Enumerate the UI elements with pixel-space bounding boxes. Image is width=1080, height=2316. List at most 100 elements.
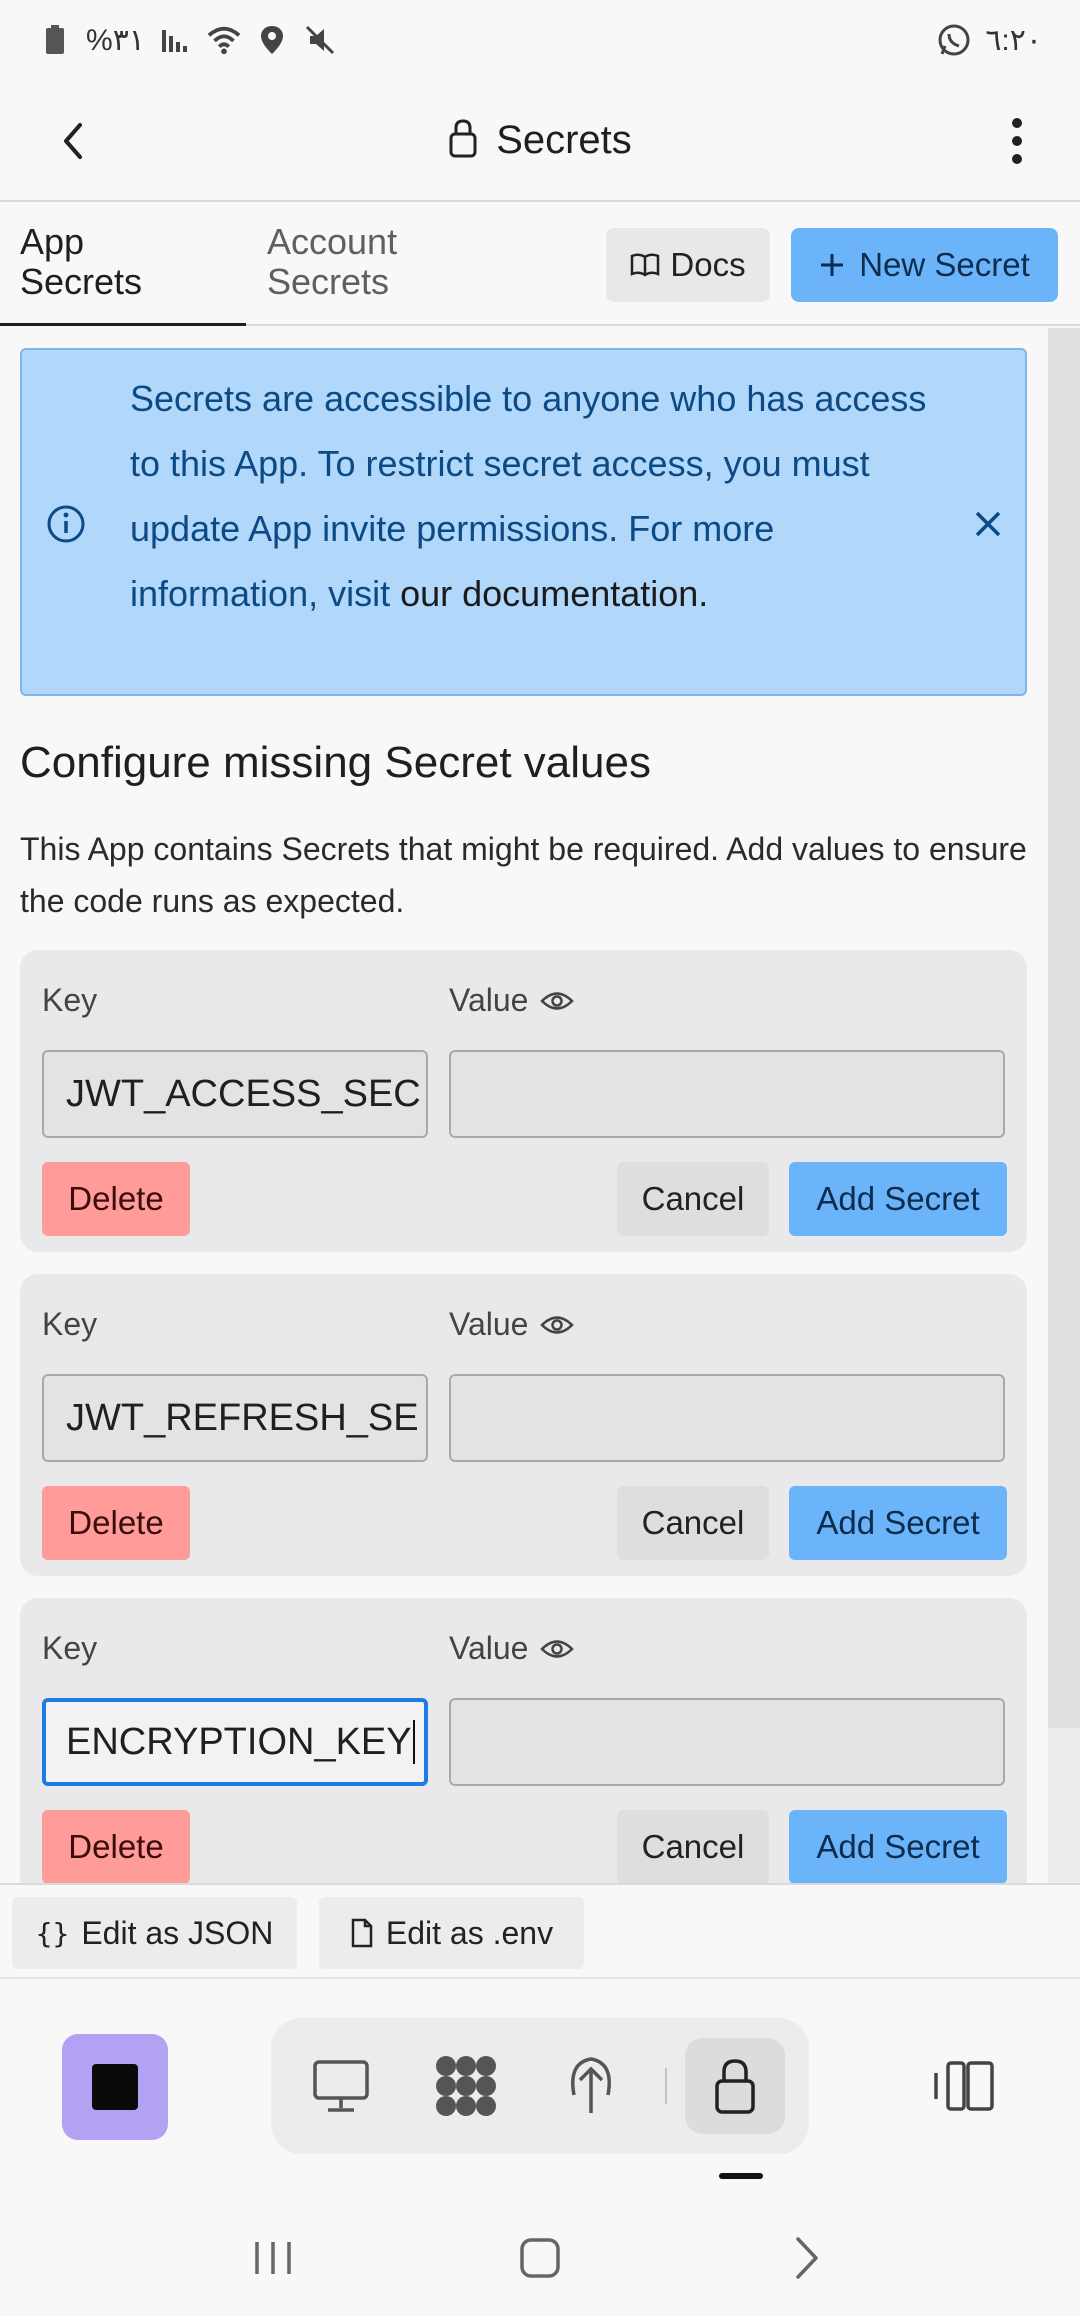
whatsapp-icon <box>937 23 971 57</box>
clock: ٦:٢٠ <box>985 23 1042 57</box>
add-secret-button[interactable]: Add Secret <box>789 1810 1007 1883</box>
section-title: Configure missing Secret values <box>20 738 651 787</box>
cancel-button[interactable]: Cancel <box>617 1162 769 1236</box>
key-label: Key <box>42 982 98 1018</box>
key-label: Key <box>42 1630 98 1666</box>
chevron-right-icon <box>795 2237 818 2279</box>
add-secret-button[interactable]: Add Secret <box>789 1486 1007 1560</box>
docs-button-label: Docs <box>670 246 746 283</box>
recents-icon <box>255 2242 292 2274</box>
panel-layout-icon <box>934 2061 994 2111</box>
edit-as-env-button[interactable]: Edit as .env <box>319 1897 584 1969</box>
info-icon <box>46 504 86 544</box>
battery-percent: %٣١ <box>86 23 145 57</box>
tab-account-secrets[interactable]: Account Secrets <box>267 222 397 302</box>
value-label-text: Value <box>449 1630 529 1666</box>
key-input-value: JWT_ACCESS_SEC <box>66 1072 421 1115</box>
key-input[interactable]: JWT_ACCESS_SEC <box>42 1050 428 1138</box>
tab-account-secrets-line2: Secrets <box>267 261 390 302</box>
active-tool-indicator <box>719 2173 763 2179</box>
info-banner: Secrets are accessible to anyone who has… <box>20 348 1027 696</box>
value-input[interactable] <box>449 1698 1005 1786</box>
delete-button[interactable]: Delete <box>42 1162 190 1236</box>
section-description: This App contains Secrets that might be … <box>20 831 1027 919</box>
back-button[interactable] <box>40 108 106 174</box>
system-nav-bar <box>0 2200 1080 2316</box>
key-input-value: ENCRYPTION_KEY <box>66 1720 412 1763</box>
status-bar: %٣١ ٦:٢٠ <box>0 0 1080 80</box>
monitor-icon <box>313 2060 369 2112</box>
cancel-button[interactable]: Cancel <box>617 1810 769 1883</box>
deploy-icon <box>571 2057 611 2113</box>
active-tab-underline <box>0 323 246 326</box>
tab-app-secrets-line2: Secrets <box>20 261 143 302</box>
edit-bar: {} Edit as JSON Edit as .env <box>0 1883 1080 1979</box>
layout-toggle-button[interactable] <box>924 2036 1004 2136</box>
home-button[interactable] <box>500 2218 580 2298</box>
eye-icon[interactable] <box>540 1637 575 1661</box>
signal-icon <box>159 23 193 57</box>
key-input-value: JWT_REFRESH_SE <box>66 1396 419 1439</box>
app-toolbar <box>0 1980 1080 2200</box>
delete-button[interactable]: Delete <box>42 1486 190 1560</box>
wifi-icon <box>207 23 241 57</box>
text-caret <box>412 1720 415 1764</box>
new-secret-button[interactable]: New Secret <box>791 228 1058 302</box>
eye-icon[interactable] <box>540 989 575 1013</box>
edit-json-label: Edit as JSON <box>81 1914 274 1951</box>
new-secret-label: New Secret <box>859 246 1030 283</box>
recent-apps-button[interactable] <box>233 2218 313 2298</box>
page-title: Secrets <box>496 117 632 162</box>
tabs-row: App Secrets Account Secrets Docs New Sec… <box>0 202 1080 326</box>
close-icon[interactable] <box>972 508 1004 540</box>
title-wrap: Secrets <box>448 118 632 163</box>
tool-secrets[interactable] <box>685 2038 785 2134</box>
value-label-text: Value <box>449 1306 529 1342</box>
key-input[interactable]: JWT_REFRESH_SE <box>42 1374 428 1462</box>
value-label: Value <box>449 1306 575 1343</box>
secret-card: Key Value JWT_ACCESS_SEC Delete Cancel A… <box>20 950 1027 1252</box>
lock-icon <box>715 2059 755 2114</box>
edit-as-json-button[interactable]: {} Edit as JSON <box>12 1897 297 1969</box>
add-secret-button[interactable]: Add Secret <box>789 1162 1007 1236</box>
key-input[interactable]: ENCRYPTION_KEY <box>42 1698 428 1786</box>
back-nav-button[interactable] <box>767 2218 847 2298</box>
key-label: Key <box>42 1306 98 1342</box>
secret-card: Key Value ENCRYPTION_KEY Delete Cancel A… <box>20 1598 1027 1883</box>
tool-separator <box>665 2068 667 2104</box>
tool-workflows[interactable] <box>416 2038 516 2134</box>
braces-icon: {} <box>35 1916 70 1950</box>
plus-icon <box>821 254 844 276</box>
stop-icon <box>92 2064 138 2110</box>
grid-dots-icon <box>436 2056 496 2116</box>
battery-saver-icon <box>38 23 72 57</box>
tool-webview[interactable] <box>291 2038 391 2134</box>
tab-account-secrets-line1: Account <box>267 221 398 262</box>
eye-icon[interactable] <box>540 1313 575 1337</box>
tab-app-secrets[interactable]: App Secrets <box>20 222 142 302</box>
value-label: Value <box>449 982 575 1019</box>
docs-button[interactable]: Docs <box>606 228 770 302</box>
documentation-link[interactable]: our documentation. <box>400 573 708 614</box>
app-header: Secrets <box>0 80 1080 202</box>
edit-env-label: Edit as .env <box>385 1914 554 1951</box>
value-input[interactable] <box>449 1050 1005 1138</box>
tool-switcher <box>271 2018 809 2154</box>
book-icon <box>631 253 660 277</box>
chevron-left-icon <box>64 123 82 159</box>
secrets-content: Secrets are accessible to anyone who has… <box>0 328 1080 1883</box>
kebab-menu-icon <box>1012 118 1022 164</box>
value-label-text: Value <box>449 982 529 1018</box>
delete-button[interactable]: Delete <box>42 1810 190 1883</box>
home-icon <box>520 2238 560 2278</box>
tab-app-secrets-line1: App <box>20 221 85 262</box>
more-options-button[interactable] <box>984 108 1050 174</box>
value-input[interactable] <box>449 1374 1005 1462</box>
cancel-button[interactable]: Cancel <box>617 1486 769 1560</box>
file-icon <box>351 1918 373 1948</box>
banner-message: Secrets are accessible to anyone who has… <box>130 366 960 626</box>
stop-button[interactable] <box>62 2034 168 2140</box>
tool-deployments[interactable] <box>541 2038 641 2134</box>
mute-icon <box>303 23 337 57</box>
value-label: Value <box>449 1630 575 1667</box>
